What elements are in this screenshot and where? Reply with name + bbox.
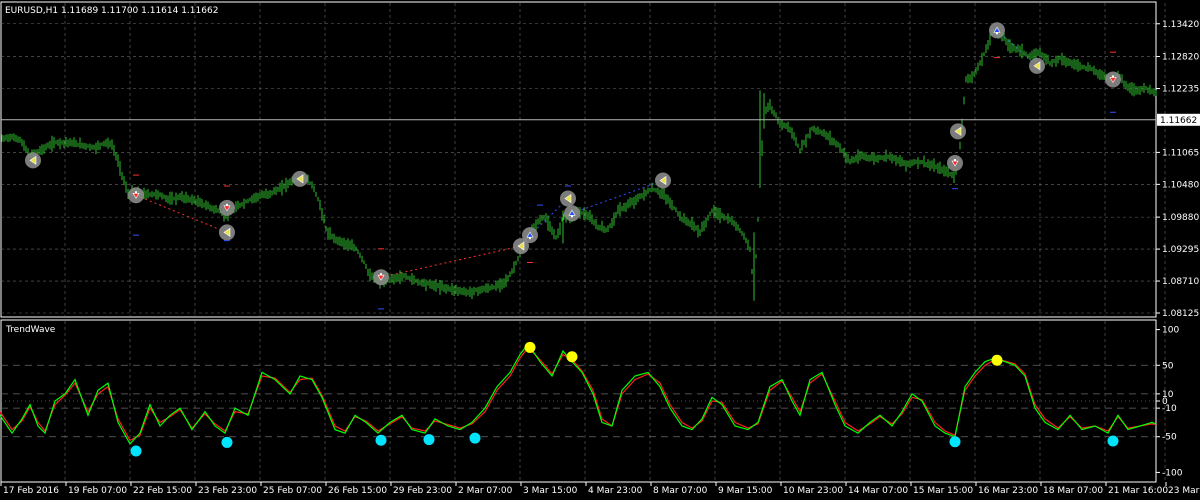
close-arrow-icon	[950, 123, 966, 140]
sell-arrow-icon	[1105, 71, 1121, 88]
price-tick-label: 1.12820	[1162, 53, 1199, 63]
close-arrow-icon	[655, 172, 671, 189]
oversold-dot	[469, 432, 481, 444]
time-tick-label: 10 Mar 23:00	[783, 486, 843, 496]
time-tick-label: 14 Mar 07:00	[848, 486, 908, 496]
price-tick-label: 1.09295	[1162, 245, 1199, 255]
price-tick-label: 1.09880	[1162, 213, 1199, 223]
oversold-dot	[1107, 435, 1119, 447]
time-tick-label: 23 Mar 00:00	[1168, 486, 1200, 496]
time-tick-label: 16 Mar 23:00	[978, 486, 1038, 496]
time-tick-label: 17 Feb 2016	[3, 486, 59, 496]
oversold-dot	[423, 434, 435, 446]
time-tick-label: 22 Feb 15:00	[133, 486, 192, 496]
sell-arrow-icon	[219, 199, 235, 216]
trading-chart[interactable]: EURUSD,H1 1.11689 1.11700 1.11614 1.1166…	[0, 0, 1200, 500]
indicator-tick-label: 100	[1162, 326, 1179, 336]
time-tick-label: 8 Mar 07:00	[653, 486, 708, 496]
price-tick-label: 1.08710	[1162, 277, 1199, 287]
time-tick-label: 4 Mar 23:00	[588, 486, 643, 496]
close-arrow-icon	[292, 170, 308, 187]
close-arrow-icon	[1029, 57, 1045, 74]
close-arrow-icon	[560, 190, 576, 207]
symbol-header: EURUSD,H1 1.11689 1.11700 1.11614 1.1166…	[5, 6, 218, 16]
indicator-tick-label: -100	[1162, 468, 1183, 478]
indicator-name: TrendWave	[5, 325, 56, 335]
sell-arrow-icon	[373, 269, 389, 286]
oversold-dot	[375, 434, 387, 446]
price-tick-label: 1.10480	[1162, 180, 1199, 190]
oversold-dot	[949, 436, 961, 448]
time-tick-label: 9 Mar 15:00	[718, 486, 773, 496]
time-tick-label: 29 Feb 23:00	[393, 486, 452, 496]
time-tick-label: 25 Feb 07:00	[263, 486, 322, 496]
close-arrow-icon	[219, 224, 235, 241]
price-tick-label: 1.11065	[1162, 148, 1199, 158]
overbought-dot	[991, 354, 1003, 366]
time-tick-label: 19 Feb 07:00	[68, 486, 127, 496]
sell-arrow-icon	[128, 187, 144, 204]
time-tick-label: 26 Feb 15:00	[328, 486, 387, 496]
oversold-dot	[221, 436, 233, 448]
time-tick-label: 2 Mar 07:00	[458, 486, 513, 496]
time-tick-label: 15 Mar 15:00	[913, 486, 973, 496]
time-tick-label: 21 Mar 16:00	[1108, 486, 1168, 496]
price-tick-label: 1.12235	[1162, 84, 1199, 94]
buy-arrow-icon	[522, 227, 538, 244]
indicator-tick-label: -50	[1162, 433, 1177, 443]
chart-background	[0, 0, 1200, 500]
buy-arrow-icon	[564, 205, 580, 222]
overbought-dot	[566, 351, 578, 363]
buy-arrow-icon	[989, 22, 1005, 39]
oversold-dot	[130, 445, 142, 457]
time-tick-label: 23 Feb 23:00	[198, 486, 257, 496]
indicator-tick-label: 50	[1162, 361, 1174, 371]
svg-text:1.11662: 1.11662	[1160, 116, 1197, 126]
price-tick-label: 1.13420	[1162, 20, 1199, 30]
price-tick-label: 1.08125	[1162, 309, 1199, 319]
sell-arrow-icon	[947, 155, 963, 172]
time-tick-label: 18 Mar 07:00	[1043, 486, 1103, 496]
close-arrow-icon	[25, 152, 41, 169]
overbought-dot	[524, 341, 536, 353]
indicator-tick-label: -10	[1162, 404, 1177, 414]
current-price-badge: 1.11662	[1157, 113, 1200, 126]
time-tick-label: 3 Mar 15:00	[523, 486, 578, 496]
